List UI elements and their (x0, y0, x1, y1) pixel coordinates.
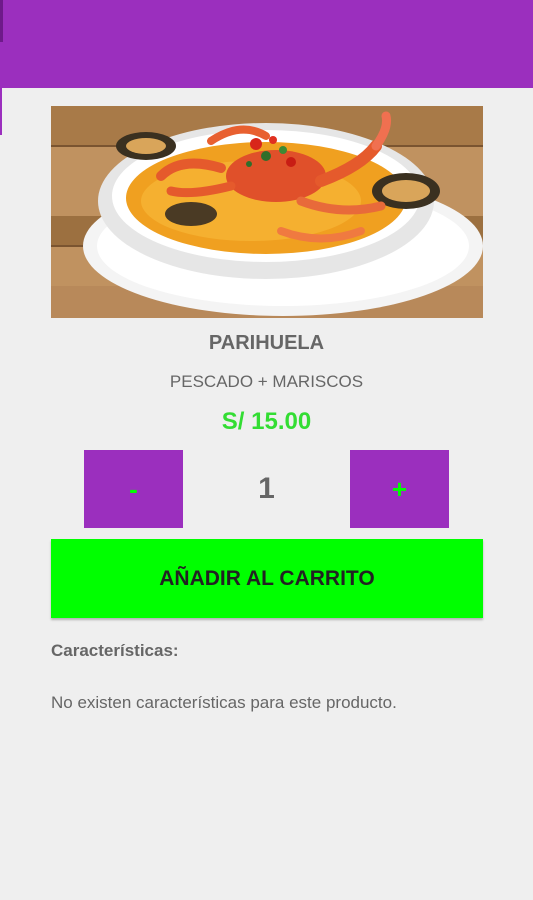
product-name: PARIHUELA (208, 332, 325, 354)
features-heading: Características: (51, 641, 179, 660)
status-bar-sliver (0, 0, 3, 42)
seafood-dish-photo (51, 106, 483, 318)
increase-quantity-button[interactable]: + (350, 450, 449, 528)
product-price: S/ 15.00 (221, 408, 312, 435)
features-text: No existen características para este pro… (51, 693, 397, 712)
decrease-quantity-button[interactable]: - (84, 450, 183, 528)
edge-marker (0, 88, 2, 135)
plus-label: + (391, 473, 408, 504)
app-bar (0, 0, 533, 88)
product-subtitle: PESCADO + MARISCOS (169, 372, 364, 391)
add-to-cart-button[interactable]: AÑADIR AL CARRITO (51, 539, 483, 618)
quantity-value: 1 (258, 472, 275, 505)
minus-label: - (129, 473, 138, 504)
product-image (51, 106, 483, 318)
